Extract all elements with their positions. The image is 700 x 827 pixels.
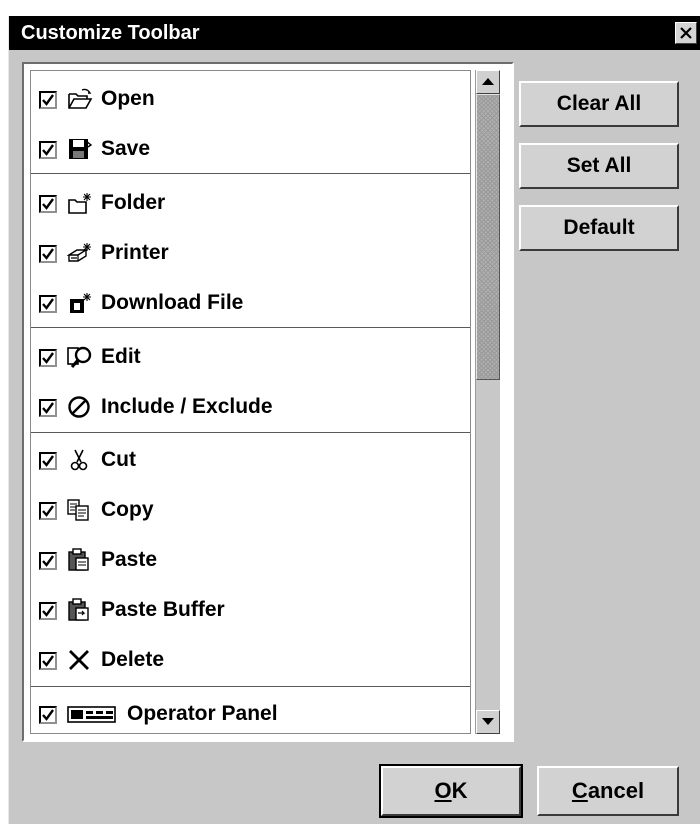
checkmark-icon [42, 655, 54, 667]
list-item-edit[interactable]: Edit [31, 332, 470, 382]
toolbar-items-list[interactable]: Open Save Folder Printer Download File E… [30, 70, 471, 734]
toolbar-items-list-frame: Open Save Folder Printer Download File E… [22, 62, 514, 742]
clear-all-button[interactable]: Clear All [519, 81, 679, 127]
list-item-printer[interactable]: Printer [31, 228, 470, 278]
checkmark-icon [42, 352, 54, 364]
arrow-up-icon [482, 78, 494, 85]
list-item-delete[interactable]: Delete [31, 635, 470, 685]
scrollbar-thumb[interactable] [476, 94, 500, 380]
checkmark-icon [42, 555, 54, 567]
download-file-checkbox[interactable] [39, 295, 57, 313]
checkmark-icon [42, 505, 54, 517]
save-disk-icon [69, 139, 93, 159]
list-item-operator-panel[interactable]: Operator Panel [31, 689, 470, 733]
list-item-include-exclude[interactable]: Include / Exclude [31, 382, 470, 432]
cancel-label-rest: ancel [587, 778, 645, 803]
list-item-label: Cut [101, 448, 136, 471]
dialog-title: Customize Toolbar [21, 22, 200, 44]
list-item-download-file[interactable]: Download File [31, 278, 470, 328]
edit-magnifier-icon [67, 346, 92, 368]
list-item-label: Include / Exclude [101, 395, 273, 418]
group-separator [31, 686, 470, 687]
list-item-paste-buffer[interactable]: Paste Buffer [31, 585, 470, 635]
list-item-paste[interactable]: Paste [31, 535, 470, 585]
list-item-folder[interactable]: Folder [31, 178, 470, 228]
download-file-icon [70, 293, 91, 313]
folder-checkbox[interactable] [39, 195, 57, 213]
list-item-label: Paste Buffer [101, 598, 225, 621]
ok-mnemonic: O [434, 778, 452, 803]
list-item-cut[interactable]: Cut [31, 435, 470, 485]
prohibited-icon [68, 396, 90, 418]
list-item-label: Edit [101, 345, 141, 368]
paste-buffer-icon [68, 598, 89, 621]
checkmark-icon [42, 298, 54, 310]
checkmark-icon [42, 144, 54, 156]
close-icon [680, 27, 692, 39]
operator-panel-checkbox[interactable] [39, 706, 57, 724]
list-item-label: Printer [101, 241, 169, 264]
group-separator [31, 327, 470, 328]
new-folder-icon [68, 193, 91, 214]
checkmark-icon [42, 455, 54, 467]
scissors-icon [70, 449, 88, 471]
list-item-label: Open [101, 87, 155, 110]
include-exclude-checkbox[interactable] [39, 399, 57, 417]
default-button[interactable]: Default [519, 205, 679, 251]
new-printer-icon [67, 243, 91, 262]
vertical-scrollbar[interactable] [475, 70, 500, 734]
list-item-label: Copy [101, 498, 154, 521]
checkmark-icon [42, 402, 54, 414]
clipboard-icon [68, 548, 89, 571]
scroll-up-button[interactable] [476, 70, 500, 94]
set-all-button[interactable]: Set All [519, 143, 679, 189]
checkmark-icon [42, 248, 54, 260]
list-item-label: Save [101, 137, 151, 160]
printer-checkbox[interactable] [39, 245, 57, 263]
checkmark-icon [42, 198, 54, 210]
edit-checkbox[interactable] [39, 349, 57, 367]
paste-checkbox[interactable] [39, 552, 57, 570]
group-separator [31, 432, 470, 433]
paste-buffer-checkbox[interactable] [39, 602, 57, 620]
delete-checkbox[interactable] [39, 652, 57, 670]
close-button[interactable] [675, 22, 697, 44]
operator-panel-icon [67, 706, 116, 723]
list-item-label: Download File [101, 291, 244, 314]
cut-checkbox[interactable] [39, 452, 57, 470]
copy-icon [67, 499, 89, 521]
customize-toolbar-dialog: Customize Toolbar Open Save Folder Print… [8, 16, 700, 824]
checkmark-icon [42, 605, 54, 617]
open-folder-icon [68, 88, 93, 109]
list-item-label: Operator Panel [127, 702, 278, 725]
list-item-label: Paste [101, 548, 158, 571]
checkmark-icon [42, 709, 54, 721]
open-checkbox[interactable] [39, 91, 57, 109]
list-item-open[interactable]: Open [31, 74, 470, 124]
checkmark-icon [42, 94, 54, 106]
list-item-label: Delete [101, 648, 165, 671]
scroll-down-button[interactable] [476, 710, 500, 734]
ok-label-rest: K [451, 778, 468, 803]
group-separator [31, 173, 470, 174]
list-item-copy[interactable]: Copy [31, 485, 470, 535]
delete-x-icon [69, 650, 89, 670]
ok-button[interactable]: OK [379, 764, 523, 818]
copy-checkbox[interactable] [39, 502, 57, 520]
list-item-label: Folder [101, 191, 166, 214]
save-checkbox[interactable] [39, 141, 57, 159]
cancel-button[interactable]: Cancel [537, 766, 679, 816]
arrow-down-icon [482, 718, 494, 725]
title-bar[interactable]: Customize Toolbar [9, 16, 700, 50]
list-item-save[interactable]: Save [31, 124, 470, 174]
cancel-mnemonic: C [571, 778, 588, 803]
